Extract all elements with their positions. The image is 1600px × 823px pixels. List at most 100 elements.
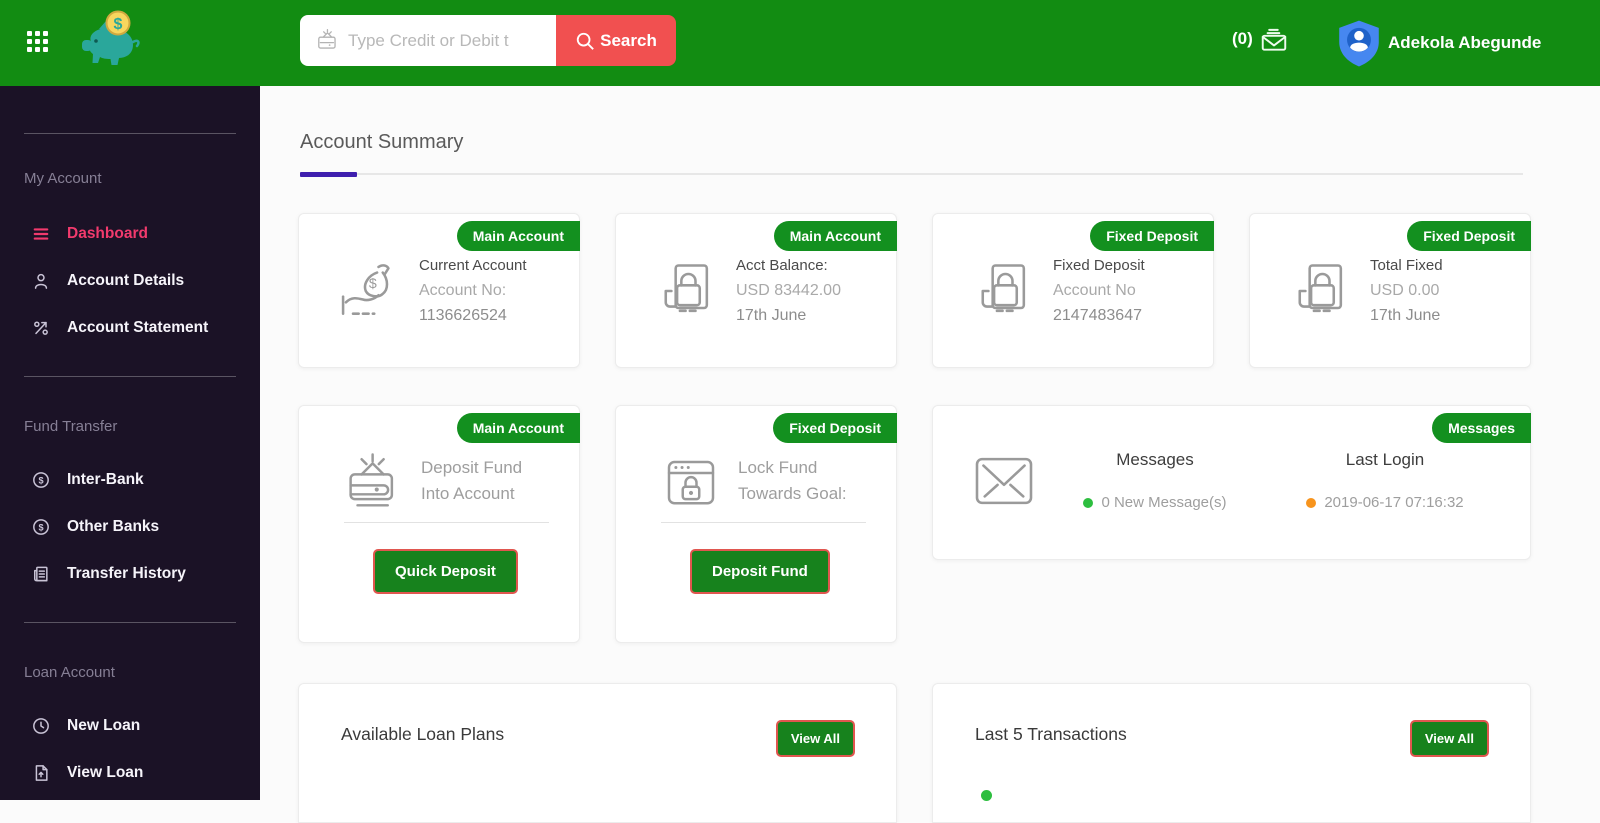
- page-title: Account Summary: [300, 131, 464, 153]
- card-badge: Fixed Deposit: [773, 413, 897, 443]
- avatar-shield-icon: [1334, 18, 1384, 68]
- sidebar-divider: [24, 622, 236, 623]
- card-divider: [344, 522, 549, 523]
- card-line: 17th June: [1370, 307, 1441, 324]
- card-badge: Fixed Deposit: [1090, 221, 1214, 251]
- dollar-circle-icon: $: [30, 470, 52, 490]
- card-line: Into Account: [421, 484, 515, 503]
- card-badge: Main Account: [456, 413, 580, 443]
- search-button-label: Search: [600, 30, 657, 50]
- percent-arrow-icon: [30, 318, 52, 338]
- view-all-loans-button[interactable]: View All: [775, 720, 855, 757]
- action-card-deposit-fund: Main Account Deposit Fund Into Account Q…: [298, 405, 580, 643]
- wallet-deposit-icon: [341, 451, 407, 517]
- document-icon: [30, 564, 52, 584]
- envelope-icon: [973, 454, 1035, 508]
- money-bag-hand-icon: $: [321, 257, 419, 325]
- sidebar-divider: [24, 376, 236, 377]
- sidebar-item-label: Transfer History: [67, 564, 186, 582]
- deposit-fund-button[interactable]: Deposit Fund: [690, 549, 830, 594]
- sidebar-item-inter-bank[interactable]: $ Inter-Bank: [0, 456, 260, 503]
- card-line: Acct Balance:: [736, 257, 828, 274]
- action-card-lock-fund: Fixed Deposit Lock Fund Towards Goal: De…: [615, 405, 897, 643]
- file-arrow-icon: [30, 763, 52, 783]
- sidebar-item-label: New Loan: [67, 716, 141, 734]
- card-line: USD 0.00: [1370, 282, 1440, 299]
- card-line: Current Account: [419, 257, 527, 274]
- card-title: Last 5 Transactions: [975, 724, 1127, 744]
- user-icon: [30, 271, 52, 291]
- bag-document-icon: [1272, 257, 1370, 325]
- messages-value: 0 New Message(s): [1101, 494, 1227, 511]
- card-divider: [661, 522, 866, 523]
- card-badge: Messages: [1432, 413, 1531, 443]
- sidebar: My Account Dashboard Account Details Acc…: [0, 86, 260, 800]
- mail-icon: [1259, 24, 1289, 54]
- user-menu[interactable]: Adekola Abegunde: [1334, 18, 1541, 68]
- mail-count-badge: (0): [1232, 29, 1253, 48]
- piggy-bank-logo[interactable]: $: [78, 10, 140, 74]
- card-line: Lock Fund: [738, 458, 818, 477]
- card-title: Available Loan Plans: [341, 724, 505, 744]
- apps-grid-icon[interactable]: [27, 31, 48, 52]
- sidebar-item-view-loan[interactable]: View Loan: [0, 749, 260, 796]
- sidebar-section-label: Loan Account: [24, 664, 115, 681]
- summary-card-total-fixed: Fixed Deposit Total Fixed USD 0.00 17th …: [1249, 213, 1531, 368]
- card-line: Fixed Deposit: [1053, 257, 1145, 274]
- sidebar-item-label: Account Statement: [67, 318, 209, 336]
- sidebar-item-other-banks[interactable]: $ Other Banks: [0, 503, 260, 550]
- search-bar: Search: [300, 15, 676, 66]
- sidebar-item-label: Inter-Bank: [67, 470, 144, 488]
- clock-icon: [30, 716, 52, 736]
- sidebar-item-label: View Loan: [67, 763, 144, 781]
- sidebar-section-label: My Account: [24, 170, 102, 187]
- card-line: 1136626524: [419, 307, 507, 324]
- sidebar-item-label: Other Banks: [67, 517, 160, 535]
- summary-card-fixed-deposit: Fixed Deposit Fixed Deposit Account No 2…: [932, 213, 1214, 368]
- search-button[interactable]: Search: [556, 15, 676, 66]
- title-underline: [300, 172, 1523, 177]
- summary-card-current-account: Main Account $ Current Account Account N…: [298, 213, 580, 368]
- notifications-button[interactable]: (0): [1232, 24, 1289, 54]
- sidebar-item-label: Dashboard: [67, 224, 148, 242]
- svg-text:$: $: [114, 16, 123, 33]
- title-underline-accent: [300, 172, 357, 177]
- sidebar-item-transfer-history[interactable]: Transfer History: [0, 550, 260, 597]
- messages-card: Messages Messages 0 New Message(s) Last …: [932, 405, 1531, 560]
- sidebar-item-label: Account Details: [67, 271, 185, 289]
- sidebar-item-new-loan[interactable]: New Loan: [0, 702, 260, 749]
- last-login-value: 2019-06-17 07:16:32: [1324, 494, 1464, 511]
- view-all-transactions-button[interactable]: View All: [1409, 720, 1489, 757]
- card-line: USD 83442.00: [736, 282, 841, 299]
- sidebar-section-label: Fund Transfer: [24, 418, 118, 435]
- card-badge: Main Account: [456, 221, 580, 251]
- quick-deposit-button[interactable]: Quick Deposit: [373, 549, 518, 594]
- bag-document-icon: [638, 257, 736, 325]
- card-line: Total Fixed: [1370, 257, 1443, 274]
- bag-document-icon: [955, 257, 1053, 325]
- svg-text:$: $: [38, 475, 43, 485]
- card-line: Towards Goal:: [738, 484, 847, 503]
- sidebar-item-dashboard[interactable]: Dashboard: [0, 210, 260, 257]
- sidebar-item-account-details[interactable]: Account Details: [0, 257, 260, 304]
- transaction-green-dot-icon: [981, 790, 992, 801]
- top-header: $ Search (0): [0, 0, 1600, 86]
- user-name: Adekola Abegunde: [1388, 33, 1542, 52]
- lock-window-icon: [658, 451, 724, 517]
- card-badge: Fixed Deposit: [1407, 221, 1531, 251]
- sidebar-item-account-statement[interactable]: Account Statement: [0, 304, 260, 351]
- card-line: 17th June: [736, 307, 807, 324]
- orange-dot-icon: [1306, 497, 1317, 508]
- svg-text:$: $: [369, 276, 377, 292]
- messages-column: Messages 0 New Message(s): [1065, 450, 1245, 511]
- svg-text:$: $: [38, 522, 43, 532]
- magnifier-icon: [575, 31, 595, 51]
- dollar-circle-icon: $: [30, 517, 52, 537]
- sidebar-divider: [24, 133, 236, 134]
- last-5-transactions-card: Last 5 Transactions View All: [932, 683, 1531, 823]
- card-deposit-icon: [315, 28, 341, 54]
- card-badge: Main Account: [773, 221, 897, 251]
- last-login-column: Last Login 2019-06-17 07:16:32: [1295, 450, 1475, 511]
- card-line: 2147483647: [1053, 307, 1142, 324]
- menu-icon: [30, 224, 52, 244]
